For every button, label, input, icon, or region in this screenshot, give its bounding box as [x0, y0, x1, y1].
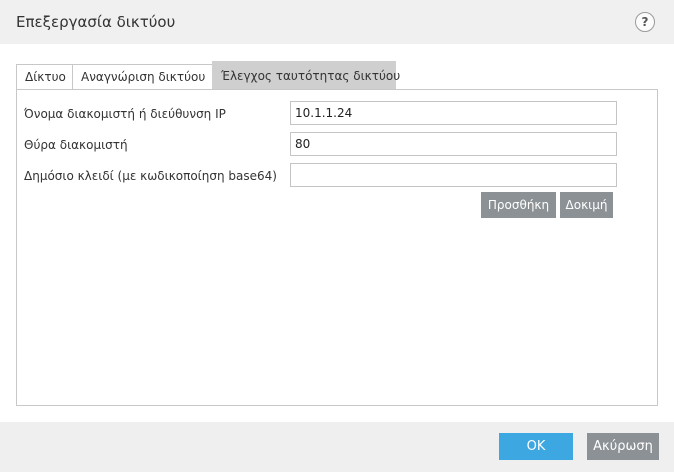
server-port-input[interactable] [290, 132, 617, 156]
cancel-button[interactable]: Ακύρωση [587, 433, 659, 460]
server-label: Όνομα διακομιστή ή διεύθυνση IP [24, 107, 226, 121]
public-key-label: Δημόσιο κλειδί (με κωδικοποίηση base64) [24, 169, 277, 183]
tab-network[interactable]: Δίκτυο [16, 64, 73, 89]
add-button[interactable]: Προσθήκη [481, 192, 556, 218]
dialog-title: Επεξεργασία δικτύου [16, 13, 176, 31]
dialog-titlebar: Επεξεργασία δικτύου ? [0, 0, 674, 44]
public-key-input[interactable] [290, 163, 617, 187]
tab-network-identification[interactable]: Αναγνώριση δικτύου [72, 64, 213, 89]
port-label: Θύρα διακομιστή [24, 138, 128, 152]
help-icon[interactable]: ? [635, 12, 655, 32]
dialog-footer: OK Ακύρωση [0, 422, 674, 472]
test-button[interactable]: Δοκιμή [560, 192, 613, 218]
tab-network-authentication[interactable]: Έλεγχος ταυτότητας δικτύου [212, 61, 400, 89]
server-address-input[interactable] [290, 101, 617, 125]
ok-button[interactable]: OK [499, 433, 573, 460]
